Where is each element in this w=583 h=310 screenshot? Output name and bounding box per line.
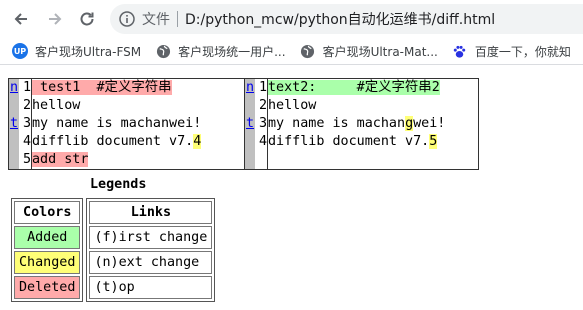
scheme-label: 文件	[142, 12, 170, 28]
nav-cell	[244, 133, 255, 151]
changed-text: 4	[193, 134, 202, 149]
line-text: difflib document v7.	[268, 134, 430, 149]
address-bar[interactable]: 文件 D:/python_mcw/python自动化运维书/diff.html	[110, 4, 583, 34]
right-line: my name is machangwei!	[267, 115, 479, 133]
nav-cell: t	[8, 115, 19, 133]
bookmark-label: 客户现场Ultra-Mat...	[322, 44, 438, 59]
back-button[interactable]	[8, 6, 34, 32]
nav-cell	[244, 151, 255, 170]
nav-cell	[8, 97, 19, 115]
next-change-link[interactable]: n	[10, 80, 18, 95]
line-number: 5	[22, 152, 31, 167]
bookmark-item[interactable]: 客户现场Ultra-Mat...	[300, 43, 438, 60]
reload-icon	[80, 12, 94, 26]
line-number: 3	[258, 116, 267, 131]
baidu-paw-icon	[452, 43, 468, 59]
info-icon[interactable]	[118, 10, 136, 28]
table-row: t 3 my name is machanwei! t 3 my name is…	[8, 115, 479, 133]
table-row: 5 add str	[8, 151, 479, 170]
legend-title: Legends	[90, 177, 147, 192]
nav-cell: n	[244, 78, 255, 97]
changed-text: 5	[429, 134, 438, 149]
left-line: hellow	[31, 97, 245, 115]
legend-deleted: Deleted	[14, 276, 81, 299]
diff-page: n 1 test1 #定义字符串 n 1 text2: #定义字符串2 2 he…	[8, 78, 479, 170]
table-row: 4 difflib document v7.4 4 difflib docume…	[8, 133, 479, 151]
left-line: my name is machanwei!	[31, 115, 245, 133]
nav-cell	[8, 151, 19, 170]
line-number: 4	[258, 134, 267, 149]
line-number: 3	[22, 116, 31, 131]
links-legend: Links (f)irst change (n)ext change (t)op	[86, 198, 216, 302]
colors-legend: Colors Added Changed Deleted	[11, 198, 84, 302]
links-header: Links	[89, 201, 213, 224]
globe-icon	[155, 43, 171, 59]
bookmark-item[interactable]: 百度一下，你就知	[452, 43, 571, 60]
arrow-right-icon	[49, 13, 62, 25]
right-line	[267, 151, 479, 170]
arrow-left-icon	[14, 13, 27, 25]
added-text: text2: #定义字符串2	[268, 80, 440, 95]
legend-added: Added	[14, 226, 81, 249]
right-line: difflib document v7.5	[267, 133, 479, 151]
line-text: wei!	[413, 116, 446, 131]
line-number: 1	[258, 80, 267, 95]
line-number: 2	[22, 98, 31, 113]
bookmark-label: 客户现场统一用户...	[178, 44, 286, 59]
diff-table: n 1 test1 #定义字符串 n 1 text2: #定义字符串2 2 he…	[8, 78, 479, 170]
bookmarks-bar: UP 客户现场Ultra-FSM 客户现场统一用户... 客户现场Ultra-M…	[0, 38, 583, 65]
forward-button[interactable]	[42, 6, 68, 32]
bookmark-item[interactable]: 客户现场统一用户...	[155, 43, 286, 60]
line-number: 4	[22, 134, 31, 149]
table-row: 2 hellow 2 hellow	[8, 97, 479, 115]
top-link[interactable]: t	[10, 116, 18, 131]
legend-first-change: (f)irst change	[89, 226, 213, 249]
right-line: text2: #定义字符串2	[267, 78, 479, 97]
browser-chrome: 文件 D:/python_mcw/python自动化运维书/diff.html …	[0, 0, 583, 68]
reload-button[interactable]	[74, 6, 100, 32]
line-number	[255, 151, 268, 170]
bookmark-item[interactable]: UP 客户现场Ultra-FSM	[12, 43, 141, 60]
nav-cell	[244, 97, 255, 115]
next-change-link[interactable]: n	[246, 80, 254, 95]
bookmark-label: 百度一下，你就知	[474, 44, 571, 59]
top-link[interactable]: t	[246, 116, 254, 131]
legend-next-change: (n)ext change	[89, 251, 213, 274]
legend-changed: Changed	[14, 251, 81, 274]
url-text[interactable]: D:/python_mcw/python自动化运维书/diff.html	[185, 9, 495, 29]
deleted-text: add str	[32, 152, 89, 167]
line-number: 1	[22, 80, 31, 95]
globe-icon	[300, 43, 316, 59]
line-number: 2	[258, 98, 267, 113]
table-row: n 1 test1 #定义字符串 n 1 text2: #定义字符串2	[8, 78, 479, 97]
up-logo-icon: UP	[12, 43, 28, 59]
left-line: difflib document v7.4	[31, 133, 245, 151]
nav-cell: t	[244, 115, 255, 133]
left-line: add str	[31, 151, 245, 170]
deleted-text: test1 #定义字符串	[32, 80, 172, 95]
right-line: hellow	[267, 97, 479, 115]
colors-header: Colors	[14, 201, 81, 224]
bookmark-label: 客户现场Ultra-FSM	[35, 44, 142, 59]
line-text: my name is machan	[268, 116, 406, 131]
left-line: test1 #定义字符串	[31, 78, 245, 97]
nav-cell: n	[8, 78, 19, 97]
line-text: difflib document v7.	[32, 134, 194, 149]
changed-text: g	[405, 116, 414, 131]
nav-cell	[8, 133, 19, 151]
legend-tables: Colors Added Changed Deleted Links (f)ir…	[11, 198, 216, 302]
address-divider	[177, 11, 178, 27]
legend-top: (t)op	[89, 276, 213, 299]
